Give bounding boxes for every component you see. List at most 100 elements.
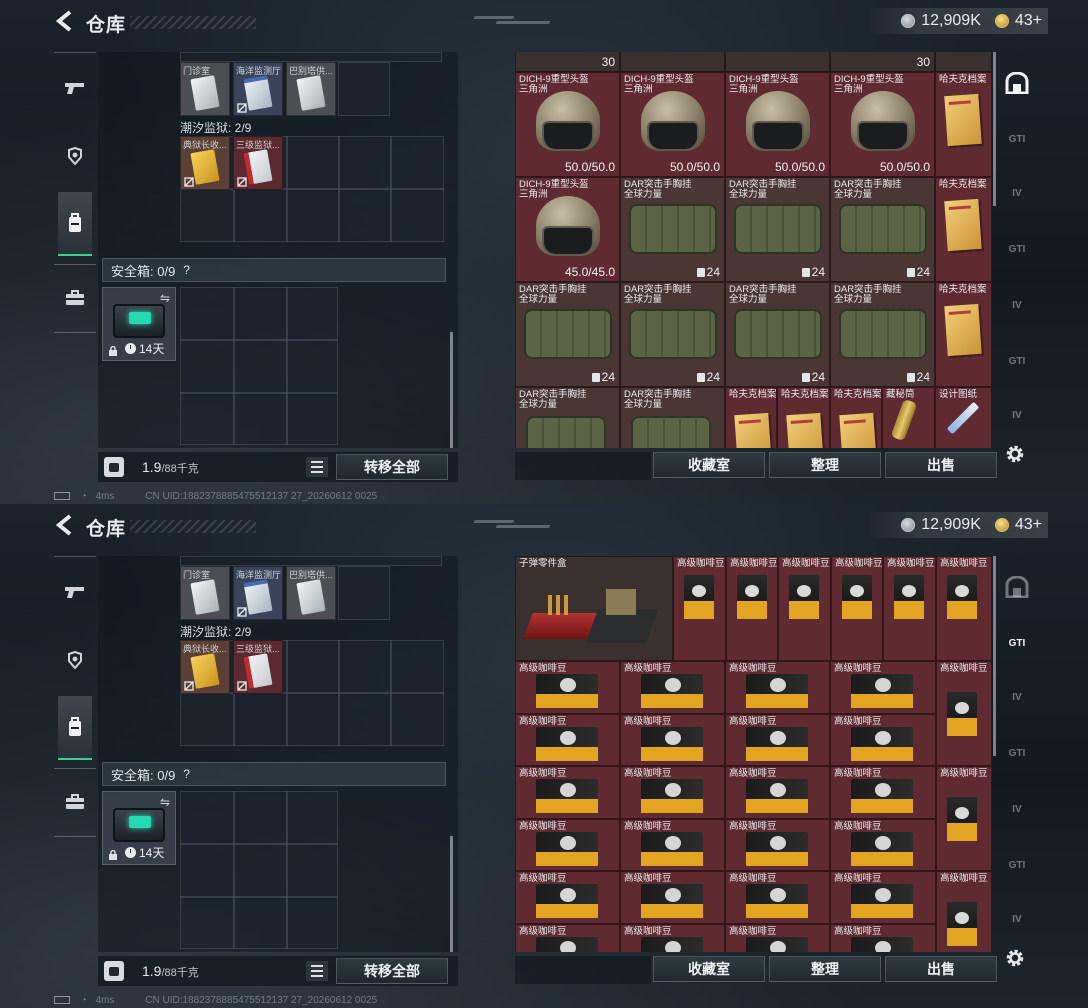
stash-item-coffee[interactable]: 高级咖啡豆 <box>515 871 620 924</box>
stash-item-archive[interactable]: 哈夫克档案 <box>777 387 830 448</box>
pistol-tab-icon[interactable] <box>58 56 92 120</box>
collection-room-button[interactable]: 收藏室 <box>653 452 765 478</box>
stash-item-ammo-box[interactable]: 子弹零件盒 <box>515 556 673 661</box>
stash-home-tab-icon[interactable] <box>1002 572 1032 602</box>
stash-item-vest[interactable]: DAR突击手胸挂 全球力量 24 <box>620 282 725 387</box>
stash-item-coffee[interactable]: 高级咖啡豆 <box>515 819 620 871</box>
organize-button[interactable]: 整理 <box>769 956 881 982</box>
stash-item-coffee[interactable]: 高级咖啡豆 <box>725 924 830 952</box>
case-tab-icon[interactable] <box>58 770 92 834</box>
backpack-tab-icon[interactable] <box>58 696 92 760</box>
item-card[interactable]: 典狱长收... <box>180 136 230 190</box>
item-card[interactable]: 门诊室 <box>180 62 230 116</box>
tab-4[interactable]: IV <box>1002 290 1032 320</box>
stash-item-vest[interactable]: DAR突击手胸挂 全球力量 24 <box>830 177 935 282</box>
stash-item-vest[interactable]: DAR突击手胸挂 全球力量 24 <box>725 177 830 282</box>
item-card[interactable]: 三级监狱... <box>233 640 283 694</box>
list-view-icon[interactable] <box>306 961 328 981</box>
safe-case-item[interactable]: ⇋ 14天 <box>102 791 176 865</box>
stash-item-coffee[interactable]: 高级咖啡豆 <box>830 924 936 952</box>
stash-item-coffee[interactable]: 高级咖啡豆 <box>936 661 992 766</box>
stash-item-archive[interactable]: 哈夫克档案 <box>935 177 992 282</box>
backpack-tab-icon[interactable] <box>58 192 92 256</box>
stash-item-coffee[interactable]: 高级咖啡豆 <box>725 661 830 714</box>
tab-1[interactable]: GTI <box>1002 628 1032 658</box>
stash-item-coffee[interactable]: 高级咖啡豆 <box>936 871 992 952</box>
tab-3[interactable]: GTI <box>1002 738 1032 768</box>
stash-item-coffee[interactable]: 高级咖啡豆 <box>830 819 936 871</box>
scrollbar[interactable] <box>450 332 453 448</box>
back-arrow-icon[interactable] <box>54 10 76 32</box>
help-icon[interactable]: ? <box>183 263 190 277</box>
stash-item[interactable] <box>620 52 725 72</box>
stash-item-blueprint[interactable]: 设计图纸 <box>935 387 992 448</box>
item-card[interactable]: 三级监狱... <box>233 136 283 190</box>
stash-item-vest[interactable]: DAR突击手胸挂 全球力量 <box>620 387 725 448</box>
stash-item-coffee[interactable]: 高级咖啡豆 <box>831 556 883 661</box>
armor-tab-icon[interactable] <box>58 628 92 692</box>
armor-tab-icon[interactable] <box>58 124 92 188</box>
settings-gear-icon[interactable] <box>1004 947 1026 969</box>
item-card[interactable]: 海洋监测厅 <box>233 62 283 116</box>
stash-item-vest[interactable]: DAR突击手胸挂 全球力量 24 <box>725 282 830 387</box>
swap-icon[interactable]: ⇋ <box>160 291 170 305</box>
stash-item-coffee[interactable]: 高级咖啡豆 <box>936 766 992 871</box>
pistol-tab-icon[interactable] <box>58 560 92 624</box>
tab-2[interactable]: IV <box>1002 178 1032 208</box>
stash-item-coffee[interactable]: 高级咖啡豆 <box>830 661 936 714</box>
tab-5[interactable]: GTI <box>1002 346 1032 376</box>
item-card[interactable]: 海洋监测厅 <box>233 566 283 620</box>
transfer-all-button[interactable]: 转移全部 <box>336 958 448 984</box>
stash-item-coffee[interactable]: 高级咖啡豆 <box>515 766 620 819</box>
tab-4[interactable]: IV <box>1002 794 1032 824</box>
stash-item-vest[interactable]: DAR突击手胸挂 全球力量 24 <box>620 177 725 282</box>
tab-2[interactable]: IV <box>1002 682 1032 712</box>
list-view-icon[interactable] <box>306 457 328 477</box>
item-card[interactable]: 巴别塔供... <box>286 62 336 116</box>
stash-item-coffee[interactable]: 高级咖啡豆 <box>620 871 725 924</box>
stash-item-coffee[interactable]: 高级咖啡豆 <box>620 766 725 819</box>
stash-item[interactable]: 30 <box>515 52 620 72</box>
sell-button[interactable]: 出售 <box>885 452 997 478</box>
stash-item-coffee[interactable]: 高级咖啡豆 <box>883 556 936 661</box>
stash-item-coffee[interactable]: 高级咖啡豆 <box>673 556 726 661</box>
safe-case-item[interactable]: ⇋ 14天 <box>102 287 176 361</box>
organize-button[interactable]: 整理 <box>769 452 881 478</box>
stash-scrollbar[interactable] <box>993 52 996 206</box>
stash-item-coffee[interactable]: 高级咖啡豆 <box>515 714 620 766</box>
stash-item-helmet[interactable]: DICH-9重型头盔 三角洲 50.0/50.0 <box>620 72 725 177</box>
stash-item-archive[interactable]: 哈夫克档案 <box>935 282 992 387</box>
stash-item-coffee[interactable]: 高级咖啡豆 <box>936 556 992 661</box>
stash-item-coffee[interactable]: 高级咖啡豆 <box>725 871 830 924</box>
stash-item-archive[interactable]: 哈夫克档案 <box>725 387 777 448</box>
stash-item-coffee[interactable]: 高级咖啡豆 <box>725 714 830 766</box>
stash-item-coffee[interactable]: 高级咖啡豆 <box>830 714 936 766</box>
stash-item[interactable] <box>725 52 830 72</box>
item-card[interactable]: 门诊室 <box>180 566 230 620</box>
stash-item-tube[interactable]: 藏秘筒 <box>882 387 935 448</box>
stash-item-coffee[interactable]: 高级咖啡豆 <box>830 766 936 819</box>
stash-item-coffee[interactable]: 高级咖啡豆 <box>830 871 936 924</box>
tab-3[interactable]: GTI <box>1002 234 1032 264</box>
stash-item-helmet[interactable]: DICH-9重型头盔 三角洲 45.0/45.0 <box>515 177 620 282</box>
stash-item-vest[interactable]: DAR突击手胸挂 全球力量 24 <box>830 282 935 387</box>
transfer-all-button[interactable]: 转移全部 <box>336 454 448 480</box>
item-card[interactable]: 典狱长收... <box>180 640 230 694</box>
stash-item-coffee[interactable]: 高级咖啡豆 <box>726 556 778 661</box>
swap-icon[interactable]: ⇋ <box>160 795 170 809</box>
stash-item-archive[interactable]: 哈夫克档案 <box>830 387 882 448</box>
stash-item-helmet[interactable]: DICH-9重型头盔 三角洲 50.0/50.0 <box>515 72 620 177</box>
stash-item[interactable]: 30 <box>830 52 935 72</box>
stash-item-archive[interactable]: 哈夫克档案 <box>935 72 992 177</box>
stash-item-helmet[interactable]: DICH-9重型头盔 三角洲 50.0/50.0 <box>830 72 935 177</box>
tab-5[interactable]: GTI <box>1002 850 1032 880</box>
tab-1[interactable]: GTI <box>1002 124 1032 154</box>
collection-room-button[interactable]: 收藏室 <box>653 956 765 982</box>
stash-item-helmet[interactable]: DICH-9重型头盔 三角洲 50.0/50.0 <box>725 72 830 177</box>
stash-item-coffee[interactable]: 高级咖啡豆 <box>620 819 725 871</box>
stash-item-vest[interactable]: DAR突击手胸挂 全球力量 24 <box>515 282 620 387</box>
stash-item[interactable] <box>935 52 992 72</box>
stash-item-vest[interactable]: DAR突击手胸挂 全球力量 <box>515 387 620 448</box>
stash-home-tab-icon[interactable] <box>1002 68 1032 98</box>
stash-item-coffee[interactable]: 高级咖啡豆 <box>778 556 831 661</box>
